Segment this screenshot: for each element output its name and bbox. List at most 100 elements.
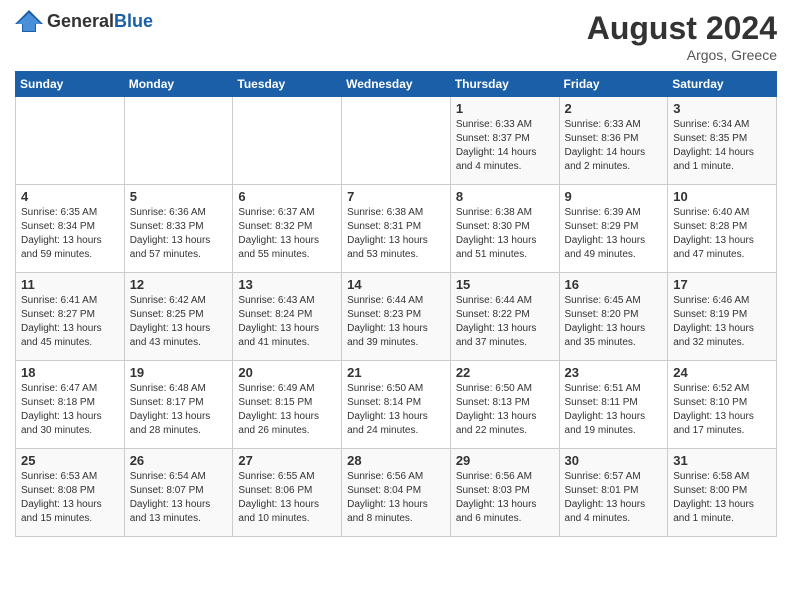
page-header: GeneralBlue August 2024 Argos, Greece xyxy=(15,10,777,63)
calendar-cell: 6Sunrise: 6:37 AMSunset: 8:32 PMDaylight… xyxy=(233,185,342,273)
day-number: 25 xyxy=(21,453,119,468)
day-number: 8 xyxy=(456,189,554,204)
day-number: 14 xyxy=(347,277,445,292)
day-info: Sunrise: 6:34 AMSunset: 8:35 PMDaylight:… xyxy=(673,118,771,174)
calendar-cell: 5 Sunrise: 6:36 AMSunset: 8:33 PMDaylight… xyxy=(124,185,233,273)
logo: GeneralBlue xyxy=(15,10,153,32)
day-number: 15 xyxy=(456,277,554,292)
day-number: 26 xyxy=(130,453,228,468)
day-number: 31 xyxy=(673,453,771,468)
calendar-week-3: 11Sunrise: 6:41 AMSunset: 8:27 PMDayligh… xyxy=(16,273,777,361)
col-friday: Friday xyxy=(559,72,668,97)
day-info: Sunrise: 6:48 AMSunset: 8:17 PMDaylight:… xyxy=(130,382,228,438)
day-info: Sunrise: 6:36 AMSunset: 8:33 PMDaylight:… xyxy=(130,206,228,262)
calendar-cell: 29 Sunrise: 6:56 AMSunset: 8:03 PMDayligh… xyxy=(450,449,559,537)
location: Argos, Greece xyxy=(587,47,777,63)
day-info: Sunrise: 6:46 AMSunset: 8:19 PMDaylight:… xyxy=(673,294,771,350)
col-tuesday: Tuesday xyxy=(233,72,342,97)
calendar-week-2: 4 Sunrise: 6:35 AMSunset: 8:34 PMDaylight… xyxy=(16,185,777,273)
day-number: 21 xyxy=(347,365,445,380)
calendar-cell: 20Sunrise: 6:49 AMSunset: 8:15 PMDayligh… xyxy=(233,361,342,449)
calendar-cell: 31 Sunrise: 6:58 AMSunset: 8:00 PMDayligh… xyxy=(668,449,777,537)
calendar-cell: 27 Sunrise: 6:55 AMSunset: 8:06 PMDayligh… xyxy=(233,449,342,537)
logo-general: General xyxy=(47,11,114,31)
day-number: 20 xyxy=(238,365,336,380)
logo-text: GeneralBlue xyxy=(47,11,153,32)
calendar-week-4: 18Sunrise: 6:47 AMSunset: 8:18 PMDayligh… xyxy=(16,361,777,449)
month-year: August 2024 xyxy=(587,10,777,47)
calendar-cell xyxy=(233,97,342,185)
day-info: Sunrise: 6:42 AMSunset: 8:25 PMDaylight:… xyxy=(130,294,228,350)
day-info: Sunrise: 6:51 AMSunset: 8:11 PMDaylight:… xyxy=(565,382,663,438)
calendar-cell: 1Sunrise: 6:33 AMSunset: 8:37 PMDaylight… xyxy=(450,97,559,185)
calendar-cell xyxy=(342,97,451,185)
header-row: Sunday Monday Tuesday Wednesday Thursday… xyxy=(16,72,777,97)
calendar-cell: 16Sunrise: 6:45 AMSunset: 8:20 PMDayligh… xyxy=(559,273,668,361)
col-wednesday: Wednesday xyxy=(342,72,451,97)
col-thursday: Thursday xyxy=(450,72,559,97)
day-info: Sunrise: 6:44 AMSunset: 8:22 PMDaylight:… xyxy=(456,294,554,350)
calendar-cell: 19 Sunrise: 6:48 AMSunset: 8:17 PMDayligh… xyxy=(124,361,233,449)
day-info: Sunrise: 6:43 AMSunset: 8:24 PMDaylight:… xyxy=(238,294,336,350)
title-area: August 2024 Argos, Greece xyxy=(587,10,777,63)
calendar-cell: 12Sunrise: 6:42 AMSunset: 8:25 PMDayligh… xyxy=(124,273,233,361)
day-info: Sunrise: 6:57 AMSunset: 8:01 PMDaylight:… xyxy=(565,470,663,526)
calendar-cell: 25 Sunrise: 6:53 AMSunset: 8:08 PMDayligh… xyxy=(16,449,125,537)
day-number: 4 xyxy=(21,189,119,204)
page-container: GeneralBlue August 2024 Argos, Greece Su… xyxy=(0,0,792,542)
day-number: 17 xyxy=(673,277,771,292)
day-info: Sunrise: 6:39 AMSunset: 8:29 PMDaylight:… xyxy=(565,206,663,262)
day-info: Sunrise: 6:54 AMSunset: 8:07 PMDaylight:… xyxy=(130,470,228,526)
day-info: Sunrise: 6:55 AMSunset: 8:06 PMDaylight:… xyxy=(238,470,336,526)
day-info: Sunrise: 6:56 AMSunset: 8:03 PMDaylight:… xyxy=(456,470,554,526)
calendar-table: Sunday Monday Tuesday Wednesday Thursday… xyxy=(15,71,777,537)
calendar-week-1: 1Sunrise: 6:33 AMSunset: 8:37 PMDaylight… xyxy=(16,97,777,185)
calendar-cell: 21Sunrise: 6:50 AMSunset: 8:14 PMDayligh… xyxy=(342,361,451,449)
day-number: 7 xyxy=(347,189,445,204)
calendar-cell: 17 Sunrise: 6:46 AMSunset: 8:19 PMDayligh… xyxy=(668,273,777,361)
day-number: 16 xyxy=(565,277,663,292)
calendar-cell: 4 Sunrise: 6:35 AMSunset: 8:34 PMDaylight… xyxy=(16,185,125,273)
calendar-cell: 26 Sunrise: 6:54 AMSunset: 8:07 PMDayligh… xyxy=(124,449,233,537)
calendar-cell: 2Sunrise: 6:33 AMSunset: 8:36 PMDaylight… xyxy=(559,97,668,185)
calendar-cell: 24Sunrise: 6:52 AMSunset: 8:10 PMDayligh… xyxy=(668,361,777,449)
day-number: 5 xyxy=(130,189,228,204)
day-info: Sunrise: 6:38 AMSunset: 8:30 PMDaylight:… xyxy=(456,206,554,262)
day-info: Sunrise: 6:44 AMSunset: 8:23 PMDaylight:… xyxy=(347,294,445,350)
calendar-cell: 30Sunrise: 6:57 AMSunset: 8:01 PMDayligh… xyxy=(559,449,668,537)
day-number: 11 xyxy=(21,277,119,292)
calendar-week-5: 25 Sunrise: 6:53 AMSunset: 8:08 PMDayligh… xyxy=(16,449,777,537)
day-number: 28 xyxy=(347,453,445,468)
calendar-cell: 8 Sunrise: 6:38 AMSunset: 8:30 PMDaylight… xyxy=(450,185,559,273)
calendar-cell: 3 Sunrise: 6:34 AMSunset: 8:35 PMDaylight… xyxy=(668,97,777,185)
calendar-cell: 13Sunrise: 6:43 AMSunset: 8:24 PMDayligh… xyxy=(233,273,342,361)
day-info: Sunrise: 6:33 AMSunset: 8:37 PMDaylight:… xyxy=(456,118,554,174)
calendar-body: 1Sunrise: 6:33 AMSunset: 8:37 PMDaylight… xyxy=(16,97,777,537)
logo-blue: Blue xyxy=(114,11,153,31)
day-number: 29 xyxy=(456,453,554,468)
col-monday: Monday xyxy=(124,72,233,97)
day-info: Sunrise: 6:53 AMSunset: 8:08 PMDaylight:… xyxy=(21,470,119,526)
day-number: 3 xyxy=(673,101,771,116)
calendar-cell: 7Sunrise: 6:38 AMSunset: 8:31 PMDaylight… xyxy=(342,185,451,273)
day-number: 10 xyxy=(673,189,771,204)
day-info: Sunrise: 6:50 AMSunset: 8:13 PMDaylight:… xyxy=(456,382,554,438)
calendar-cell xyxy=(124,97,233,185)
calendar-cell: 15 Sunrise: 6:44 AMSunset: 8:22 PMDayligh… xyxy=(450,273,559,361)
day-info: Sunrise: 6:35 AMSunset: 8:34 PMDaylight:… xyxy=(21,206,119,262)
calendar-cell: 23 Sunrise: 6:51 AMSunset: 8:11 PMDayligh… xyxy=(559,361,668,449)
day-number: 18 xyxy=(21,365,119,380)
calendar-cell: 28Sunrise: 6:56 AMSunset: 8:04 PMDayligh… xyxy=(342,449,451,537)
col-sunday: Sunday xyxy=(16,72,125,97)
calendar-cell xyxy=(16,97,125,185)
day-info: Sunrise: 6:58 AMSunset: 8:00 PMDaylight:… xyxy=(673,470,771,526)
calendar-header: Sunday Monday Tuesday Wednesday Thursday… xyxy=(16,72,777,97)
day-number: 23 xyxy=(565,365,663,380)
day-number: 27 xyxy=(238,453,336,468)
day-info: Sunrise: 6:40 AMSunset: 8:28 PMDaylight:… xyxy=(673,206,771,262)
calendar-cell: 22 Sunrise: 6:50 AMSunset: 8:13 PMDayligh… xyxy=(450,361,559,449)
calendar-cell: 14 Sunrise: 6:44 AMSunset: 8:23 PMDayligh… xyxy=(342,273,451,361)
day-number: 19 xyxy=(130,365,228,380)
day-number: 22 xyxy=(456,365,554,380)
col-saturday: Saturday xyxy=(668,72,777,97)
